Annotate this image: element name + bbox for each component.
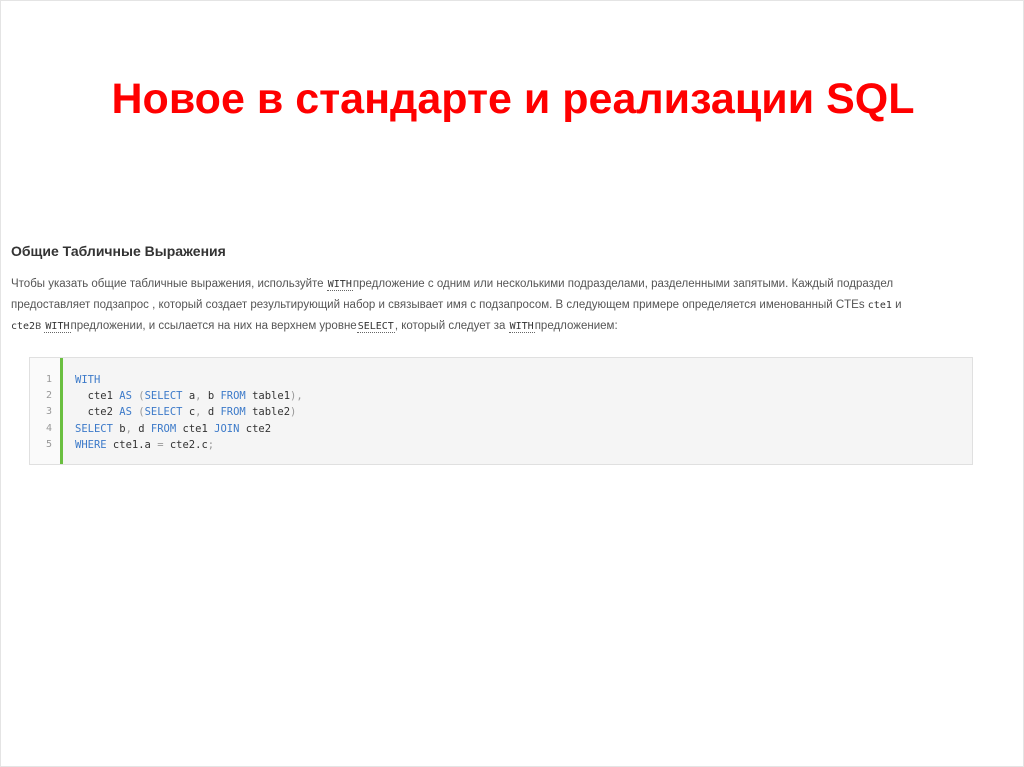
line-number: 2 — [45, 390, 52, 402]
paragraph-text: предложением: — [534, 320, 618, 332]
cte1-code: cte1 — [867, 300, 892, 311]
code-block: 1 2 3 4 5 WITH cte1 AS (SELECT a, b FROM… — [29, 357, 973, 465]
paragraph-text: и — [891, 299, 902, 311]
slide-title: Новое в стандарте и реализации SQL — [111, 75, 915, 123]
code-text: c — [182, 406, 196, 419]
code-line: WITH — [75, 372, 303, 388]
code-text: a — [182, 390, 196, 403]
sql-keyword: JOIN — [214, 422, 240, 435]
code-text: d — [201, 406, 221, 419]
select-keyword-link[interactable]: SELECT — [356, 321, 395, 333]
sql-keyword: AS — [119, 390, 132, 403]
sql-keyword: SELECT — [75, 422, 113, 435]
sql-keyword: SELECT — [144, 406, 183, 419]
line-number: 4 — [45, 422, 52, 434]
code-text: cte1.a — [106, 438, 158, 451]
code-punct: ( — [131, 390, 145, 403]
code-text: table1 — [245, 390, 291, 403]
sql-keyword: WHERE — [75, 438, 107, 451]
sql-keyword: WITH — [75, 374, 101, 386]
code-punct: ), — [290, 390, 303, 403]
slide: Новое в стандарте и реализации SQL Общие… — [0, 0, 1024, 767]
article-excerpt: Общие Табличные Выражения Чтобы указать … — [11, 241, 971, 337]
paragraph-text: в — [35, 320, 45, 332]
code-text: table2 — [245, 406, 291, 419]
sql-keyword: FROM — [220, 390, 246, 403]
line-number: 3 — [45, 406, 52, 418]
code-line: SELECT b, d FROM cte1 JOIN cte2 — [75, 421, 303, 437]
code-lines: WITH cte1 AS (SELECT a, b FROM table1), … — [63, 358, 303, 464]
code-text: cte1 — [176, 422, 215, 435]
description-paragraph: Чтобы указать общие табличные выражения,… — [11, 274, 966, 337]
paragraph-text: Чтобы указать общие табличные выражения,… — [11, 278, 327, 290]
code-text: cte2 — [87, 406, 120, 419]
code-text: cte2.c — [163, 438, 208, 451]
line-number: 5 — [45, 438, 52, 450]
line-number: 1 — [45, 374, 52, 385]
code-text: b — [201, 390, 221, 403]
code-line: cte2 AS (SELECT c, d FROM table2) — [75, 404, 303, 420]
paragraph-text: , который следует за — [394, 320, 509, 332]
section-heading: Общие Табличные Выражения — [11, 243, 226, 259]
with-keyword-link[interactable]: WITH — [508, 321, 535, 333]
sql-keyword: SELECT — [144, 390, 183, 403]
paragraph-text: предложении, и ссылается на них на верхн… — [70, 320, 357, 332]
code-line: WHERE cte1.a = cte2.c; — [75, 437, 303, 453]
with-keyword-link[interactable]: WITH — [326, 279, 353, 291]
line-number-gutter: 1 2 3 4 5 — [30, 358, 63, 464]
with-keyword-link[interactable]: WITH — [44, 321, 71, 333]
code-punct: ; — [207, 438, 215, 451]
code-text: b — [112, 422, 126, 435]
code-text: cte2 — [239, 422, 272, 435]
code-text: d — [131, 422, 151, 435]
sql-keyword: AS — [119, 406, 132, 419]
code-line: cte1 AS (SELECT a, b FROM table1), — [75, 388, 303, 404]
cte2-code: cte2 — [11, 321, 36, 332]
code-punct: ( — [131, 406, 145, 419]
code-text: cte1 — [87, 390, 120, 403]
sql-keyword: FROM — [220, 406, 246, 419]
code-punct: ) — [290, 406, 297, 419]
sql-keyword: FROM — [150, 422, 177, 435]
